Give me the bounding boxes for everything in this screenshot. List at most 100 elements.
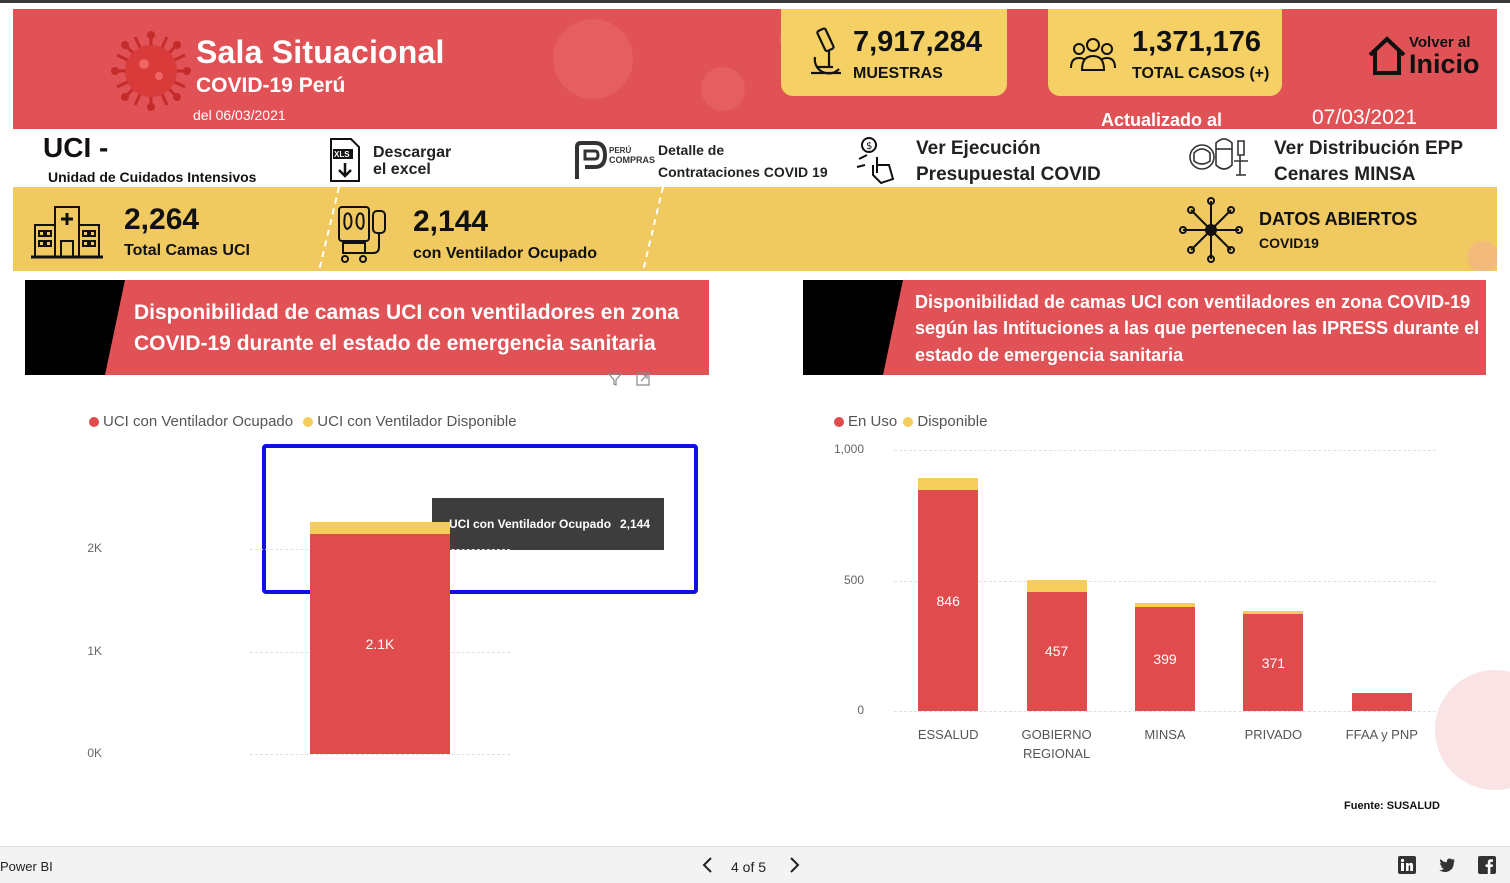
- left-panel-title-line2: COVID-19 durante el estado de emergencia…: [134, 332, 656, 355]
- y-tick-label: 0K: [87, 746, 102, 760]
- microscope-icon: [811, 27, 841, 75]
- excel-link-line1: Descargar: [373, 144, 452, 161]
- updated-label: Actualizado al: [1101, 110, 1223, 129]
- legend-dot: [89, 417, 99, 428]
- x-category-label: GOBIERNO REGIONAL: [1021, 727, 1092, 761]
- legend-label: Disponible: [917, 413, 988, 430]
- y-gridline: [894, 450, 1436, 451]
- ventilator-icon: [338, 206, 386, 263]
- kpi-muestras-value: 7,917,284: [853, 26, 983, 58]
- total-camas-value: 2,264: [124, 203, 200, 236]
- legend-label: UCI con Ventilador Ocupado: [103, 413, 294, 430]
- x-category-label: FFAA y PNP: [1345, 727, 1418, 742]
- legend-label: UCI con Ventilador Disponible: [317, 413, 517, 430]
- bar-segment-available[interactable]: [918, 477, 979, 491]
- legend-dot: [834, 417, 844, 428]
- hospital-icon: [31, 206, 103, 259]
- peru-compras-text2: COMPRAS: [609, 155, 656, 165]
- left-panel-title: Disponibilidad de camas UCI con ventilad…: [25, 280, 709, 375]
- legend-item-en-uso[interactable]: En Uso: [834, 413, 897, 430]
- distribucion-epp-link[interactable]: Ver Distribución EPP Cenares MINSA: [1188, 133, 1488, 185]
- report-subtitle: COVID-19 Perú: [196, 74, 346, 97]
- facebook-icon[interactable]: [1478, 856, 1496, 874]
- ejecucion-presupuestal-link[interactable]: $ Ver Ejecución Presupuestal COVID 19: [855, 133, 1125, 207]
- linkedin-icon[interactable]: [1398, 856, 1416, 874]
- x-category-label: MINSA: [1144, 727, 1186, 742]
- excel-link-line2: el excel: [373, 161, 431, 178]
- twitter-icon[interactable]: [1438, 856, 1456, 874]
- bar-data-label: 2.1K: [365, 636, 395, 653]
- kpi-casos-card: 1,371,176 TOTAL CASOS (+): [1048, 9, 1282, 96]
- y-gridline: [894, 711, 1436, 712]
- epp-line1: Ver Distribución EPP: [1274, 138, 1463, 159]
- excel-download-icon: [330, 138, 360, 182]
- contrataciones-line1: Detalle de: [658, 142, 725, 158]
- report-title: Sala Situacional: [196, 34, 445, 70]
- bar-data-label: 399: [1153, 650, 1177, 667]
- y-tick-label: 0: [857, 703, 864, 717]
- right-panel-title-line1: Disponibilidad de camas UCI con ventilad…: [915, 292, 1471, 312]
- powerbi-footer: Power BI 4 of 5: [0, 846, 1510, 883]
- link-row: UCI - Unidad de Cuidados Intensivos XLS …: [13, 129, 1497, 207]
- y-tick-label: 500: [843, 572, 864, 587]
- network-icon: [1179, 197, 1243, 263]
- legend-item-disponible[interactable]: Disponible: [903, 413, 987, 430]
- kpi-muestras-label: MUESTRAS: [853, 65, 943, 82]
- updated-date: 07/03/2021: [1312, 106, 1418, 129]
- right-panel-title: Disponibilidad de camas UCI con ventilad…: [803, 280, 1486, 375]
- band-virus-decor: [1467, 241, 1497, 271]
- page-indicator: 4 of 5: [731, 859, 767, 875]
- y-tick-label: 1,000: [834, 442, 865, 456]
- ppe-icon: [1189, 138, 1248, 176]
- filter-icon[interactable]: [608, 372, 622, 386]
- datos-abiertos-link[interactable]: DATOS ABIERTOS COVID19: [1179, 197, 1429, 263]
- home-label-line2: Inicio: [1409, 49, 1480, 79]
- xls-badge: XLS: [334, 150, 350, 159]
- svg-text:$: $: [866, 141, 872, 152]
- datos-abiertos-line2: COVID19: [1259, 235, 1319, 251]
- bar-segment-available[interactable]: [1026, 579, 1087, 592]
- data-source: Fuente: SUSALUD: [1344, 800, 1440, 812]
- kpi-casos-value: 1,371,176: [1132, 26, 1262, 58]
- touch-money-icon: $: [856, 137, 895, 185]
- epp-line2: Cenares MINSA: [1274, 164, 1416, 185]
- uci-subtitle: Unidad de Cuidados Intensivos: [48, 169, 257, 185]
- bar-segment-available[interactable]: [1135, 603, 1195, 607]
- bar-data-label: 371: [1261, 654, 1286, 671]
- band-divider: [642, 187, 664, 271]
- x-category-label: ESSALUD: [917, 727, 979, 742]
- bar-segment-available[interactable]: [1243, 610, 1304, 615]
- tooltip-value: 2,144: [620, 517, 651, 531]
- contrataciones-line2: Contrataciones COVID 19: [658, 164, 828, 180]
- legend-item-ocupado[interactable]: UCI con Ventilador Ocupado: [89, 413, 293, 430]
- chart-tooltip: UCI con Ventilador Ocupado 2,144: [424, 498, 664, 550]
- kpi-band: 2,264 Total Camas UCI 2,144 con Ventilad…: [13, 187, 1497, 271]
- datos-abiertos-line1: DATOS ABIERTOS: [1259, 209, 1418, 229]
- bar-segment-occupied[interactable]: [1351, 692, 1412, 711]
- right-chart-legend: En Uso Disponible: [834, 413, 987, 430]
- powerbi-brand[interactable]: Power BI: [0, 859, 53, 874]
- chevron-right-icon[interactable]: [784, 855, 804, 875]
- kpi-muestras-card: 7,917,284 MUESTRAS: [781, 9, 1007, 96]
- bar-data-label: 457: [1044, 643, 1069, 660]
- title-accent-block: [803, 280, 903, 375]
- focus-mode-icon[interactable]: [636, 372, 650, 386]
- report-date: del 06/03/2021: [193, 107, 286, 123]
- bar-segment-available[interactable]: [310, 521, 450, 535]
- legend-dot: [303, 417, 314, 428]
- chevron-left-icon[interactable]: [698, 855, 718, 875]
- watermark-virus-decor: [553, 19, 807, 111]
- contrataciones-link[interactable]: PERÚ COMPRAS Detalle de Contrataciones C…: [571, 137, 841, 183]
- title-accent-block: [25, 280, 125, 375]
- home-button[interactable]: Volver al Inicio: [1365, 31, 1485, 91]
- y-gridline: [250, 754, 510, 755]
- virus-logo: [111, 31, 191, 111]
- tooltip-key: UCI con Ventilador Ocupado: [449, 517, 612, 531]
- legend-item-disponible[interactable]: UCI con Ventilador Disponible: [303, 413, 517, 430]
- right-panel-title-line3: estado de emergencia sanitaria: [915, 345, 1184, 365]
- ejecucion-line1: Ver Ejecución: [916, 138, 1041, 159]
- download-excel-link[interactable]: XLS Descargar el excel: [327, 137, 467, 183]
- ventilador-ocupado-value: 2,144: [413, 205, 489, 238]
- report-header: Sala Situacional COVID-19 Perú del 06/03…: [13, 9, 1497, 129]
- ventilador-ocupado-label: con Ventilador Ocupado: [413, 245, 598, 262]
